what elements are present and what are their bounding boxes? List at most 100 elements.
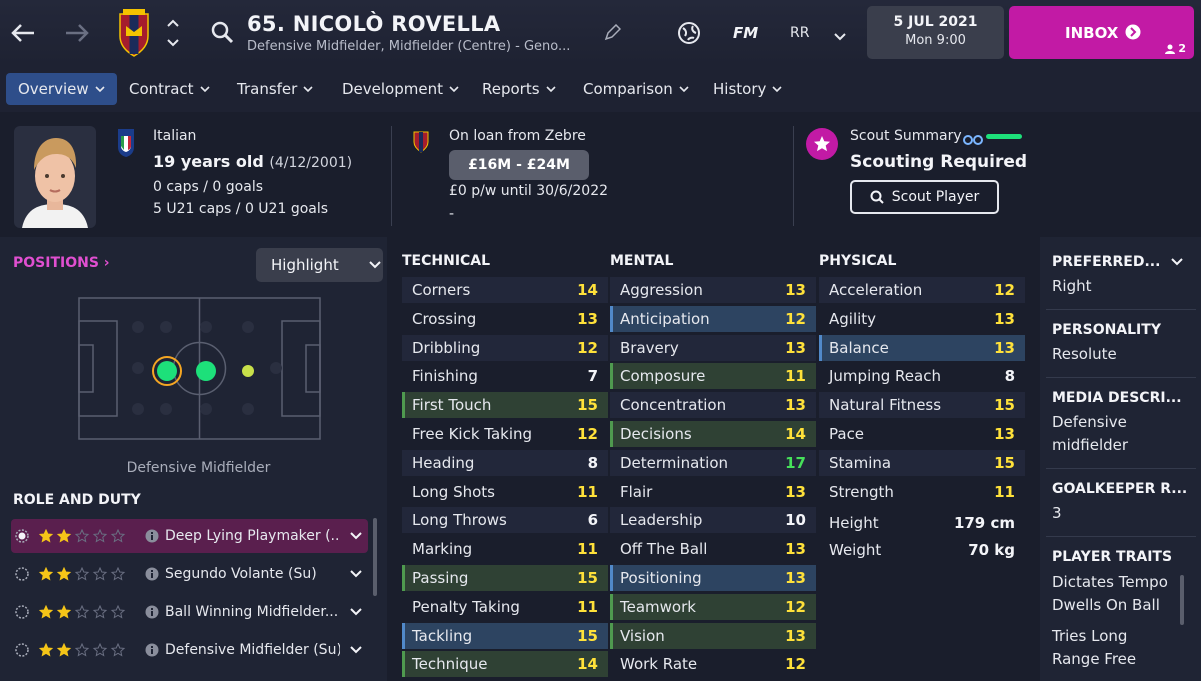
club-crest-icon[interactable] [117,8,151,58]
edit-pencil-icon[interactable] [603,23,622,42]
tab-label: Development [342,80,443,98]
back-arrow-icon[interactable] [8,18,38,48]
profile-initials[interactable]: RR [790,25,809,41]
profile-chevron-down-icon[interactable] [832,28,848,41]
forward-arrow-icon[interactable] [62,18,92,48]
attribute-row[interactable]: Determination 17 [610,449,816,476]
attribute-row[interactable]: Aggression 13 [610,277,816,303]
attribute-row[interactable]: Agility 13 [819,306,1025,332]
attribute-name: Agility [829,309,877,328]
attribute-row[interactable]: Passing 15 [402,565,608,591]
attribute-row[interactable]: Free Kick Taking 12 [402,421,608,447]
attribute-row[interactable]: Concentration 13 [610,392,816,419]
radio-icon[interactable] [15,567,29,581]
scout-player-button[interactable]: Scout Player [850,180,999,214]
attribute-row[interactable]: Teamwork 12 [610,593,816,620]
attribute-row[interactable]: Finishing 7 [402,363,608,389]
attribute-value: 11 [994,482,1015,501]
attribute-name: Vision [620,626,665,645]
chevron-down-icon[interactable] [350,532,362,540]
tab-transfer[interactable]: Transfer [225,73,325,105]
radio-icon[interactable] [15,605,29,619]
highlight-dropdown[interactable]: Highlight [256,248,383,282]
chevron-down-icon [199,85,210,92]
attribute-row[interactable]: Pace 13 [819,421,1025,447]
traits-scrollbar[interactable] [1180,575,1184,625]
attribute-row[interactable]: Positioning 13 [610,565,816,591]
attribute-value: 7 [587,367,598,386]
tab-overview[interactable]: Overview [6,73,117,105]
inbox-button[interactable]: INBOX 2 [1009,6,1194,59]
positions-link[interactable]: POSITIONS › [13,255,110,271]
attribute-row[interactable]: Flair 13 [610,479,816,505]
info-icon[interactable] [145,529,159,543]
info-icon[interactable] [145,567,159,581]
media-description-line1: Defensive [1052,413,1127,431]
attribute-row[interactable]: Strength 11 [819,479,1025,505]
attribute-row[interactable]: First Touch 15 [402,392,608,419]
attribute-row[interactable]: Long Throws 6 [402,507,608,534]
tab-development[interactable]: Development [330,73,471,105]
tab-comparison[interactable]: Comparison [571,73,701,105]
role-row[interactable]: Ball Winning Midfielder... [11,595,368,629]
weight-value: 70 kg [968,541,1015,559]
attribute-row[interactable]: Work Rate 12 [610,651,816,677]
attribute-row[interactable]: Anticipation 12 [610,305,816,332]
chevron-down-icon [369,261,381,269]
role-row[interactable]: Deep Lying Playmaker (... [11,519,368,553]
date-continue-box[interactable]: 5 JUL 2021 Mon 9:00 [867,6,1004,59]
chevron-down-icon[interactable] [350,570,362,578]
tab-history[interactable]: History [701,73,794,105]
fm-logo[interactable]: FM [733,24,758,42]
tab-reports[interactable]: Reports [470,73,568,105]
height-value: 179 cm [953,514,1015,532]
attribute-row[interactable]: Long Shots 11 [402,479,608,505]
attribute-name: Jumping Reach [829,367,941,386]
attribute-row[interactable]: Off The Ball 13 [610,536,816,562]
attribute-name: Penalty Taking [412,597,520,616]
attribute-row[interactable]: Bravery 13 [610,334,816,361]
tab-label: Contract [129,80,194,98]
attribute-row[interactable]: Decisions 14 [610,421,816,447]
attribute-row[interactable]: Vision 13 [610,622,816,649]
attribute-name: Anticipation [620,309,710,328]
attribute-row[interactable]: Corners 14 [402,277,608,303]
attribute-name: Heading [412,453,475,472]
roles-scrollbar[interactable] [373,518,377,596]
attribute-row[interactable]: Leadership 10 [610,507,816,534]
attribute-name: Passing [412,569,469,587]
attribute-row[interactable]: Heading 8 [402,449,608,476]
world-globe-icon[interactable] [676,20,702,46]
attribute-row[interactable]: Penalty Taking 11 [402,594,608,620]
attribute-row[interactable]: Composure 11 [610,363,816,390]
tab-contract[interactable]: Contract [117,73,222,105]
loan-status[interactable]: On loan from Zebre [449,128,586,144]
search-icon[interactable] [210,20,234,44]
attribute-row[interactable]: Acceleration 12 [819,277,1025,303]
attribute-name: Teamwork [620,597,696,616]
attribute-row[interactable]: Stamina 15 [819,449,1025,476]
preferred-foot-title[interactable]: PREFERRED... [1052,254,1184,270]
attribute-row[interactable]: Jumping Reach 8 [819,363,1025,389]
attribute-row[interactable]: Dribbling 12 [402,334,608,361]
chevron-down-icon[interactable] [350,646,362,654]
attribute-value: 13 [785,482,806,501]
u21-caps: 5 U21 caps / 0 U21 goals [153,201,329,217]
attribute-value: 8 [1004,367,1015,386]
attribute-row[interactable]: Natural Fitness 15 [819,392,1025,419]
attribute-row[interactable]: Tackling 15 [402,622,608,649]
attribute-value: 13 [994,309,1015,328]
role-row[interactable]: Segundo Volante (Su) [11,557,368,591]
attribute-row[interactable]: Crossing 13 [402,306,608,332]
info-icon[interactable] [145,643,159,657]
radio-icon[interactable] [15,529,29,543]
radio-icon[interactable] [15,643,29,657]
chevron-down-icon[interactable] [350,608,362,616]
role-row[interactable]: Defensive Midfielder (Su) [11,633,368,667]
attribute-row[interactable]: Technique 14 [402,651,608,678]
attribute-row[interactable]: Balance 13 [819,334,1025,361]
attribute-row[interactable]: Marking 11 [402,536,608,562]
media-description-title: MEDIA DESCRI... [1052,390,1182,406]
info-icon[interactable] [145,605,159,619]
player-switch-chevrons-icon[interactable] [166,16,180,50]
